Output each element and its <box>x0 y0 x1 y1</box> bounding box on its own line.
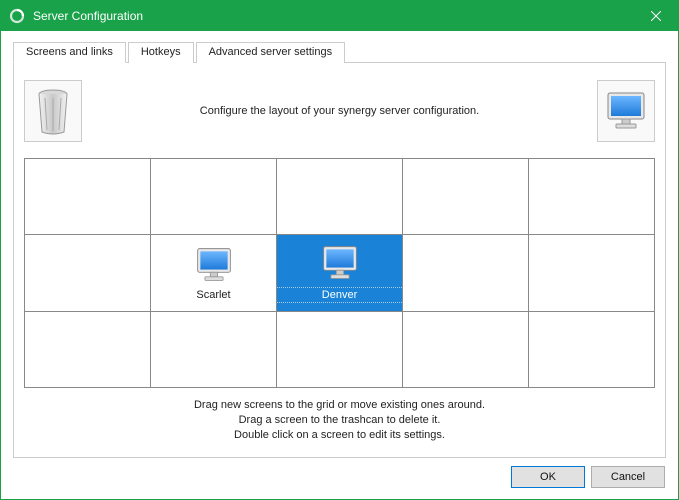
content-area: Screens and links Hotkeys Advanced serve… <box>1 31 678 470</box>
grid-cell[interactable] <box>276 159 402 234</box>
grid-cell[interactable] <box>25 312 150 387</box>
grid-cell[interactable] <box>528 312 654 387</box>
instruction-text: Configure the layout of your synergy ser… <box>92 105 587 117</box>
monitor-icon <box>604 89 648 133</box>
grid-cell[interactable] <box>150 312 276 387</box>
new-screen-source[interactable] <box>597 80 655 142</box>
dialog-button-row: OK Cancel <box>511 466 665 488</box>
grid-cell[interactable] <box>528 159 654 234</box>
screen-grid[interactable]: Scarlet Denver <box>24 158 655 388</box>
grid-cell-denver[interactable]: Denver <box>276 235 402 310</box>
screen-label: Denver <box>277 287 402 303</box>
tab-hotkeys[interactable]: Hotkeys <box>128 42 194 63</box>
monitor-icon <box>194 245 234 285</box>
grid-cell[interactable] <box>276 312 402 387</box>
ok-button[interactable]: OK <box>511 466 585 488</box>
grid-cell[interactable] <box>25 159 150 234</box>
hints-text: Drag new screens to the grid or move exi… <box>24 398 655 443</box>
tab-advanced-server-settings[interactable]: Advanced server settings <box>196 42 346 63</box>
grid-cell[interactable] <box>150 159 276 234</box>
grid-cell[interactable] <box>25 235 150 310</box>
toolbar-row: Configure the layout of your synergy ser… <box>24 73 655 148</box>
grid-cell[interactable] <box>402 235 528 310</box>
screen-label: Scarlet <box>196 289 230 301</box>
tab-screens-and-links[interactable]: Screens and links <box>13 42 126 63</box>
app-icon <box>9 8 25 24</box>
trashcan-icon <box>33 86 73 136</box>
tab-strip: Screens and links Hotkeys Advanced serve… <box>13 41 666 63</box>
tab-page-screens: Configure the layout of your synergy ser… <box>13 63 666 458</box>
grid-cell[interactable] <box>402 312 528 387</box>
titlebar: Server Configuration <box>1 1 678 31</box>
trashcan-dropzone[interactable] <box>24 80 82 142</box>
cancel-button[interactable]: Cancel <box>591 466 665 488</box>
window-title: Server Configuration <box>33 9 143 23</box>
grid-cell-scarlet[interactable]: Scarlet <box>150 235 276 310</box>
hint-line: Double click on a screen to edit its set… <box>24 428 655 443</box>
monitor-icon <box>320 243 360 283</box>
grid-cell[interactable] <box>528 235 654 310</box>
hint-line: Drag a screen to the trashcan to delete … <box>24 413 655 428</box>
grid-cell[interactable] <box>402 159 528 234</box>
close-button[interactable] <box>633 1 678 31</box>
hint-line: Drag new screens to the grid or move exi… <box>24 398 655 413</box>
close-icon <box>651 11 661 21</box>
